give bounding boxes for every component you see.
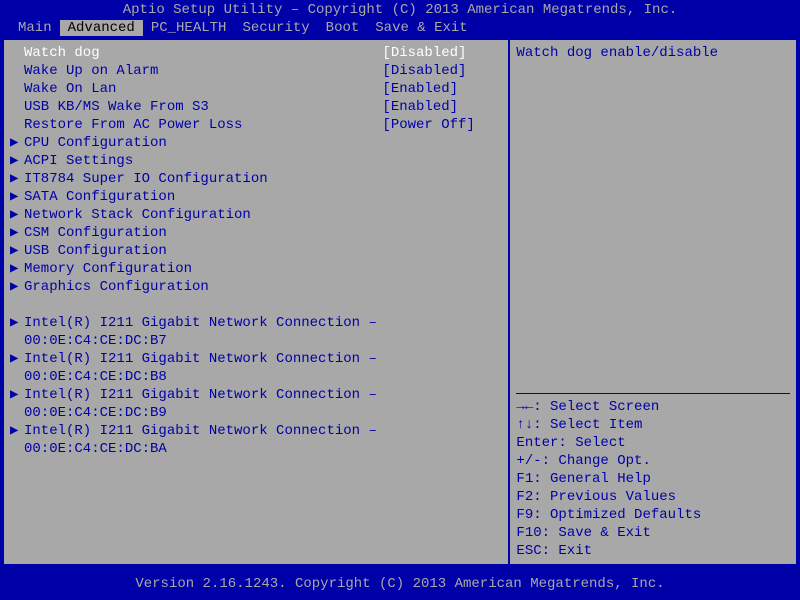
nav-help-line: F10: Save & Exit [516,524,790,542]
footer-version: Version 2.16.1243. Copyright (C) 2013 Am… [0,574,800,600]
submenu-superio[interactable]: ▶ IT8784 Super IO Configuration [10,170,502,188]
chevron-right-icon: ▶ [10,278,24,296]
option-label: Wake Up on Alarm [24,62,382,80]
nav-help-line: ESC: Exit [516,542,790,560]
submenu-label: USB Configuration [24,242,167,260]
submenu-nic-0-mac: 00:0E:C4:CE:DC:B7 [10,332,502,350]
nav-help-line: →←: Select Screen [516,398,790,416]
submenu-label: SATA Configuration [24,188,175,206]
option-value: [Power Off] [382,116,502,134]
option-value: [Enabled] [382,80,502,98]
submenu-nic-0[interactable]: ▶ Intel(R) I211 Gigabit Network Connecti… [10,314,502,332]
tab-security[interactable]: Security [234,20,317,36]
submenu-sata[interactable]: ▶ SATA Configuration [10,188,502,206]
submenu-usb[interactable]: ▶ USB Configuration [10,242,502,260]
option-label: USB KB/MS Wake From S3 [24,98,382,116]
option-label: Wake On Lan [24,80,382,98]
submenu-network-stack[interactable]: ▶ Network Stack Configuration [10,206,502,224]
submenu-nic-1[interactable]: ▶ Intel(R) I211 Gigabit Network Connecti… [10,350,502,368]
option-value: [Disabled] [382,44,502,62]
nic-label: Intel(R) I211 Gigabit Network Connection… [24,422,377,440]
tab-bar: Main Advanced PC_HEALTH Security Boot Sa… [0,20,800,36]
chevron-right-icon: ▶ [10,350,24,368]
nav-help-line: F9: Optimized Defaults [516,506,790,524]
nav-help-line: ↑↓: Select Item [516,416,790,434]
tab-advanced[interactable]: Advanced [60,20,143,36]
submenu-nic-2-mac: 00:0E:C4:CE:DC:B9 [10,404,502,422]
chevron-right-icon: ▶ [10,242,24,260]
chevron-right-icon: ▶ [10,134,24,152]
submenu-nic-1-mac: 00:0E:C4:CE:DC:B8 [10,368,502,386]
nic-label: Intel(R) I211 Gigabit Network Connection… [24,386,377,404]
submenu-csm[interactable]: ▶ CSM Configuration [10,224,502,242]
option-wake-alarm[interactable]: Wake Up on Alarm [Disabled] [10,62,502,80]
chevron-right-icon: ▶ [10,152,24,170]
nav-help-line: +/-: Change Opt. [516,452,790,470]
submenu-graphics[interactable]: ▶ Graphics Configuration [10,278,502,296]
submenu-label: IT8784 Super IO Configuration [24,170,268,188]
option-label: Watch dog [24,44,382,62]
chevron-right-icon: ▶ [10,422,24,440]
tab-main[interactable]: Main [10,20,60,36]
option-value: [Disabled] [382,62,502,80]
chevron-right-icon: ▶ [10,206,24,224]
chevron-right-icon: ▶ [10,224,24,242]
chevron-right-icon: ▶ [10,170,24,188]
submenu-nic-3-mac: 00:0E:C4:CE:DC:BA [10,440,502,458]
submenu-nic-3[interactable]: ▶ Intel(R) I211 Gigabit Network Connecti… [10,422,502,440]
option-usb-wake[interactable]: USB KB/MS Wake From S3 [Enabled] [10,98,502,116]
nav-help-line: F2: Previous Values [516,488,790,506]
nic-label: Intel(R) I211 Gigabit Network Connection… [24,350,377,368]
option-wake-lan[interactable]: Wake On Lan [Enabled] [10,80,502,98]
tab-save-exit[interactable]: Save & Exit [367,20,475,36]
chevron-right-icon: ▶ [10,188,24,206]
tab-boot[interactable]: Boot [318,20,368,36]
submenu-cpu[interactable]: ▶ CPU Configuration [10,134,502,152]
option-label: Restore From AC Power Loss [24,116,382,134]
option-value: [Enabled] [382,98,502,116]
submenu-label: Network Stack Configuration [24,206,251,224]
option-ac-power-loss[interactable]: Restore From AC Power Loss [Power Off] [10,116,502,134]
nic-mac: 00:0E:C4:CE:DC:B7 [24,332,167,350]
nic-mac: 00:0E:C4:CE:DC:B8 [24,368,167,386]
submenu-label: Graphics Configuration [24,278,209,296]
nic-mac: 00:0E:C4:CE:DC:B9 [24,404,167,422]
nic-label: Intel(R) I211 Gigabit Network Connection… [24,314,377,332]
nic-mac: 00:0E:C4:CE:DC:BA [24,440,167,458]
submenu-memory[interactable]: ▶ Memory Configuration [10,260,502,278]
submenu-label: CSM Configuration [24,224,167,242]
chevron-right-icon: ▶ [10,386,24,404]
submenu-nic-2[interactable]: ▶ Intel(R) I211 Gigabit Network Connecti… [10,386,502,404]
tab-pc-health[interactable]: PC_HEALTH [143,20,235,36]
chevron-right-icon: ▶ [10,314,24,332]
nav-help-line: F1: General Help [516,470,790,488]
help-panel: Watch dog enable/disable →←: Select Scre… [508,38,798,566]
submenu-label: Memory Configuration [24,260,192,278]
submenu-acpi[interactable]: ▶ ACPI Settings [10,152,502,170]
help-description: Watch dog enable/disable [516,44,790,62]
option-watch-dog[interactable]: Watch dog [Disabled] [10,44,502,62]
chevron-right-icon: ▶ [10,260,24,278]
nav-help-line: Enter: Select [516,434,790,452]
title-bar: Aptio Setup Utility – Copyright (C) 2013… [0,0,800,20]
submenu-label: CPU Configuration [24,134,167,152]
divider [516,393,790,394]
submenu-label: ACPI Settings [24,152,133,170]
settings-panel: Watch dog [Disabled] Wake Up on Alarm [D… [2,38,508,566]
